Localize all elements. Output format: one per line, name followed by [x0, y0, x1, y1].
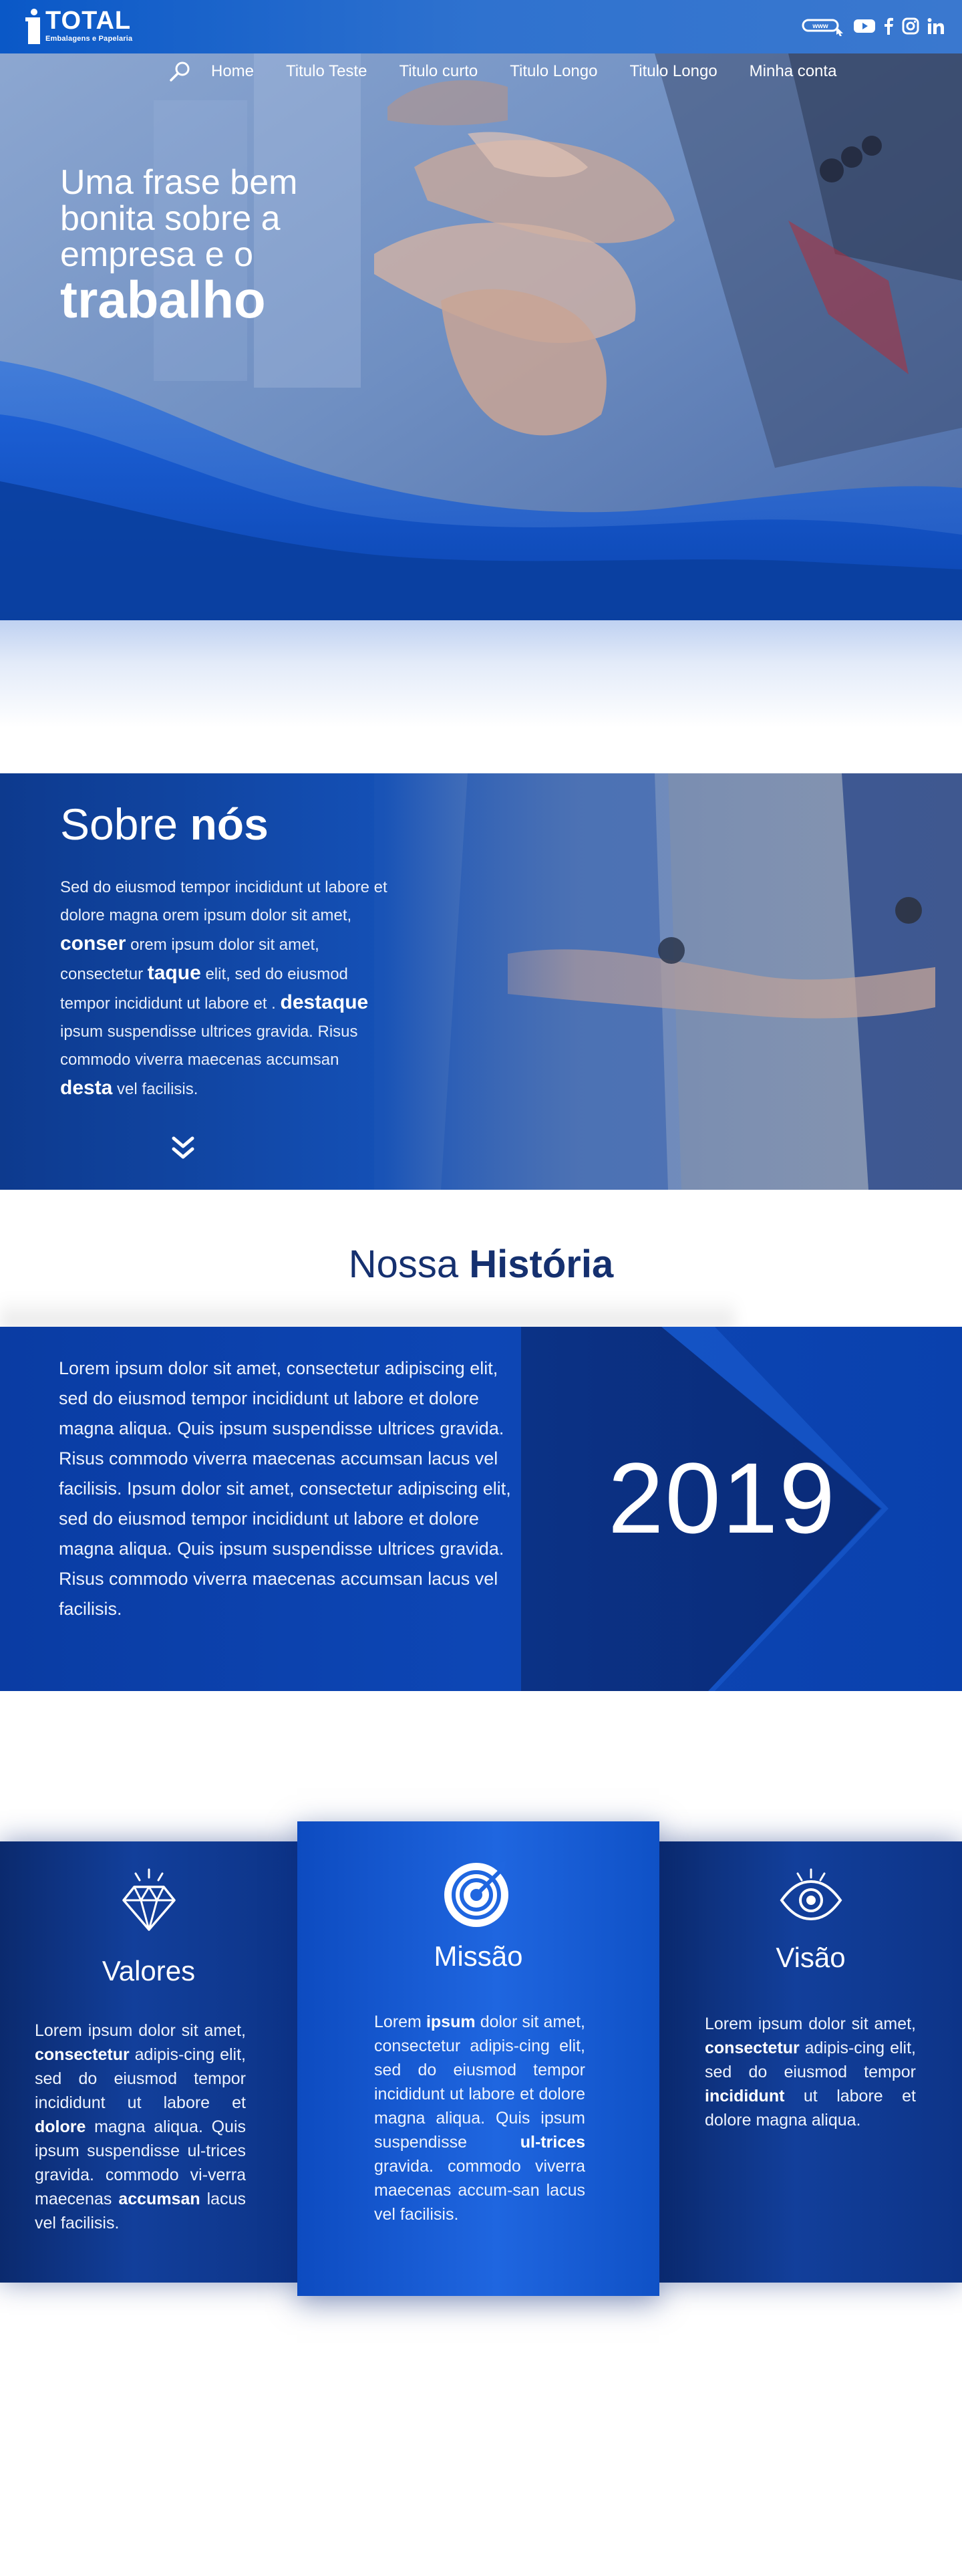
card-valores-bold-1: consectetur	[35, 2045, 130, 2064]
hero-section: TOTAL Embalagens e Papelaria www Home Ti…	[0, 0, 962, 622]
card-valores-title: Valores	[102, 1955, 196, 1986]
sobre-highlight-1: conser	[60, 932, 126, 954]
sobre-text-5: vel facilisis.	[117, 1080, 198, 1098]
nav-item-titulo-curto[interactable]: Titulo curto	[399, 62, 478, 81]
facebook-icon[interactable]	[883, 17, 894, 38]
sobre-title-light: Sobre	[60, 799, 178, 849]
svg-text:www: www	[812, 23, 828, 30]
card-visao-title: Visão	[776, 1942, 846, 1973]
nav-item-titulo-longo-2[interactable]: Titulo Longo	[629, 62, 717, 81]
card-visao-text: Lorem ipsum dolor sit amet, consectetur …	[705, 2012, 916, 2132]
hero-bottom-fade	[0, 620, 962, 727]
historia-band: Lorem ipsum dolor sit amet, consectetur …	[0, 1327, 962, 1691]
card-missao-text-2: dolor sit amet, consectetur adipis-cing …	[374, 2013, 585, 2152]
sobre-highlight-2: taque	[147, 962, 201, 984]
hero-line-2: bonita sobre a	[60, 199, 281, 238]
card-missao-bold-1: ipsum	[426, 2013, 476, 2031]
historia-text: Lorem ipsum dolor sit amet, consectetur …	[59, 1358, 511, 1619]
nav-item-minha-conta[interactable]: Minha conta	[750, 62, 837, 81]
card-missao-text: Lorem ipsum dolor sit amet, consectetur …	[374, 2010, 585, 2226]
card-missao-title: Missão	[434, 1940, 523, 1972]
card-missao-text-3: gravida. commodo viverra maecenas accum-…	[374, 2157, 585, 2224]
card-valores-text-1: Lorem ipsum dolor sit amet,	[35, 2021, 246, 2040]
nav-item-titulo-longo-1[interactable]: Titulo Longo	[510, 62, 597, 81]
sobre-text-4: ipsum suspendisse ultrices gravida. Risu…	[60, 1023, 358, 1069]
card-missao-bold-2: ul-trices	[520, 2133, 585, 2152]
sobre-section: Sobre nós Sed do eiusmod tempor incididu…	[0, 773, 962, 1190]
card-missao: Missão Lorem ipsum dolor sit amet, conse…	[297, 1821, 659, 2296]
historia-title-bold: História	[469, 1243, 614, 1286]
nav-item-home[interactable]: Home	[211, 62, 254, 81]
logo-title: TOTAL	[45, 7, 132, 35]
sobre-title-bold: nós	[190, 799, 269, 849]
eye-icon	[779, 1868, 843, 1925]
hero-line-3: empresa e o	[60, 235, 254, 274]
historia-year: 2019	[608, 1442, 836, 1554]
historia-title: Nossa História	[0, 1242, 962, 1287]
target-icon	[442, 1856, 515, 1933]
card-valores: Valores Lorem ipsum dolor sit amet, cons…	[0, 1841, 297, 2283]
card-valores-bold-3: accumsan	[118, 2190, 200, 2208]
hero-strong-word: trabalho	[60, 270, 266, 329]
www-icon[interactable]: www	[802, 16, 846, 39]
sobre-highlight-3: destaque	[280, 991, 369, 1013]
values-cards-section: Valores Lorem ipsum dolor sit amet, cons…	[0, 1821, 962, 2303]
linkedin-icon[interactable]	[927, 17, 945, 38]
card-valores-bold-2: dolore	[35, 2117, 86, 2136]
sobre-text-1: Sed do eiusmod tempor incididunt ut labo…	[60, 878, 387, 924]
brand-logo[interactable]: TOTAL Embalagens e Papelaria	[25, 8, 132, 44]
sobre-paragraph: Sed do eiusmod tempor incididunt ut labo…	[60, 874, 394, 1104]
card-visao: Visão Lorem ipsum dolor sit amet, consec…	[659, 1841, 962, 2283]
sobre-title: Sobre nós	[60, 799, 269, 850]
card-visao-bold-1: consectetur	[705, 2039, 800, 2057]
main-nav: Home Titulo Teste Titulo curto Titulo Lo…	[167, 60, 868, 83]
card-visao-bold-2: incididunt	[705, 2087, 785, 2105]
historia-top-shadow	[0, 1297, 735, 1329]
instagram-icon[interactable]	[902, 17, 919, 38]
diamond-icon	[121, 1868, 177, 1936]
nav-item-titulo-teste[interactable]: Titulo Teste	[286, 62, 367, 81]
card-visao-text-1: Lorem ipsum dolor sit amet,	[705, 2015, 916, 2033]
social-links: www	[802, 16, 945, 39]
double-chevron-down-icon[interactable]	[171, 1134, 195, 1161]
youtube-icon[interactable]	[854, 18, 875, 37]
card-valores-text: Lorem ipsum dolor sit amet, consectetur …	[35, 2019, 246, 2235]
card-missao-text-1: Lorem	[374, 2013, 422, 2031]
logo-tagline: Embalagens e Papelaria	[45, 35, 133, 43]
historia-title-light: Nossa	[348, 1243, 459, 1286]
logo-mark-icon	[25, 8, 43, 44]
search-icon[interactable]	[167, 60, 194, 83]
sobre-highlight-4: desta	[60, 1077, 113, 1099]
hero-line-1: Uma frase bem	[60, 163, 298, 202]
top-header-bar: TOTAL Embalagens e Papelaria www	[0, 0, 962, 53]
hero-headline: Uma frase bem bonita sobre a empresa e o…	[60, 164, 367, 326]
